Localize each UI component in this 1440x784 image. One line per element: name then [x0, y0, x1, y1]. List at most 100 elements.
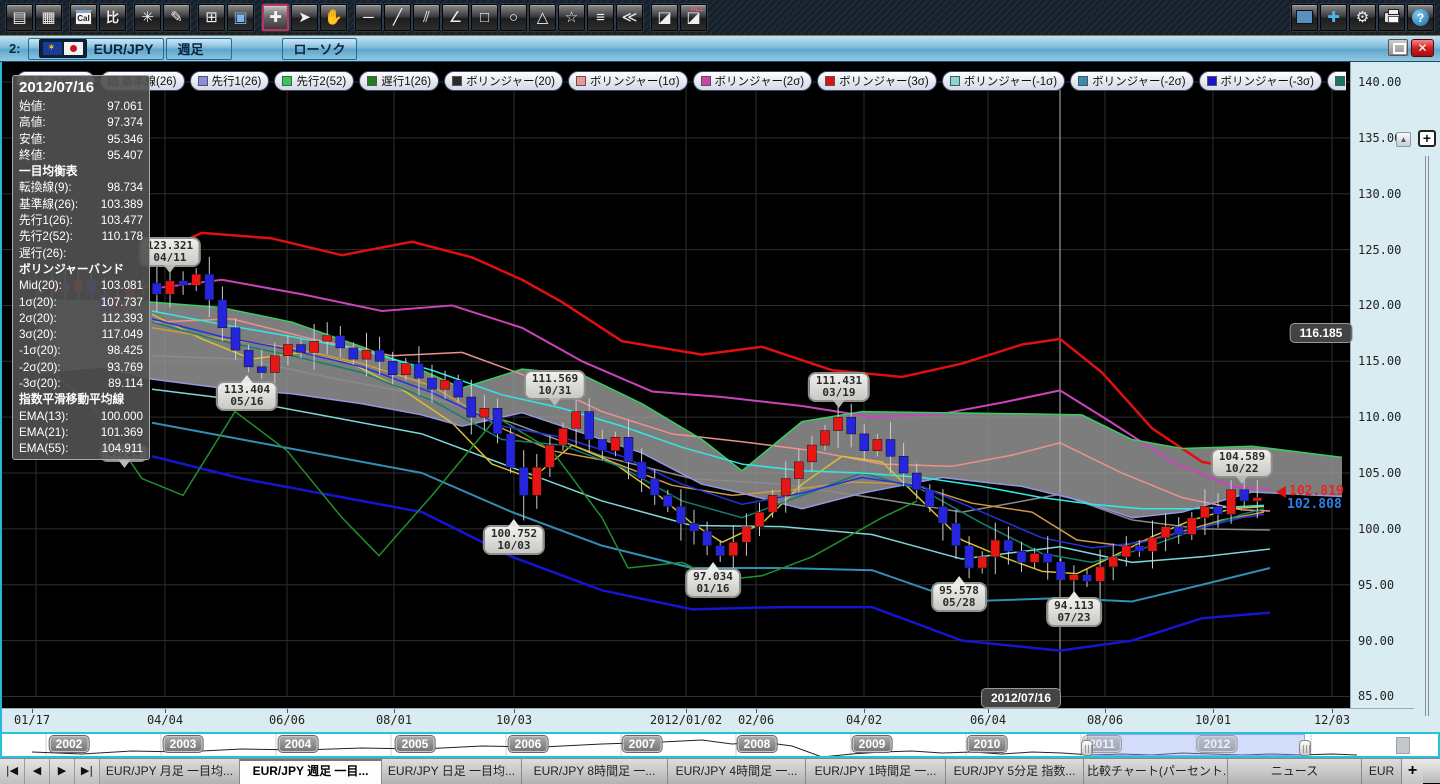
selection-handle-left[interactable] [1081, 740, 1093, 756]
timeframe-selector[interactable]: 週足 [166, 38, 232, 60]
date-tick-label: 01/17 [14, 713, 50, 727]
horizontal-line-icon[interactable]: ─ [355, 4, 382, 31]
scroll-up-button[interactable]: ▲ [1396, 132, 1411, 147]
legend-toggle-11[interactable]: ボリンジャー(-3σ) [1199, 71, 1322, 91]
chart-tab-7[interactable]: 比較チャート(パーセント... [1084, 759, 1228, 784]
selection-handle-right[interactable] [1299, 740, 1311, 756]
tab-scroll-last[interactable]: ▶| [75, 759, 100, 784]
chart-tab-1[interactable]: EUR/JPY 週足 一目... [240, 759, 382, 784]
fan-lines-icon[interactable]: ≪ [616, 4, 643, 31]
crosshair-icon[interactable]: ✚ [262, 4, 289, 31]
price-chart-canvas[interactable] [2, 62, 1350, 708]
legend-label: ボリンジャー(-3σ) [1221, 73, 1314, 89]
chart-tab-6[interactable]: EUR/JPY 5分足 指数... [946, 759, 1084, 784]
calendar-icon[interactable]: Cal [70, 4, 97, 31]
indicator-icon[interactable]: ✳ [134, 4, 161, 31]
tooltip-section-header: 一目均衡表 [19, 164, 143, 180]
candle [1253, 498, 1262, 501]
swing-annotation: 113.40405/16 [216, 381, 278, 411]
chart-type-selector[interactable]: ローソク [282, 38, 356, 60]
legend-toggle-2[interactable]: 先行1(26) [190, 71, 270, 91]
tooltip-value-row: 終値:95.407 [19, 148, 143, 164]
candle [742, 527, 751, 543]
chart-tab-4[interactable]: EUR/JPY 4時間足 一... [668, 759, 806, 784]
year-badge-2010: 2010 [968, 736, 1007, 752]
chart-tab-0[interactable]: EUR/JPY 月足 一目均... [100, 759, 240, 784]
candle [1030, 553, 1039, 562]
year-badge-2009: 2009 [853, 736, 892, 752]
candle [532, 467, 541, 495]
cursor-icon[interactable]: ➤ [291, 4, 318, 31]
candle [807, 445, 816, 462]
tooltip-value-row: 2σ(20):112.393 [19, 311, 143, 327]
price-tick-label: 100.00 [1358, 522, 1401, 536]
rectangle-icon[interactable]: □ [471, 4, 498, 31]
draw-pencil-icon[interactable]: ✎ [163, 4, 190, 31]
legend-toggle-12[interactable]: EMA(13) [1327, 71, 1346, 91]
chart-tab-2[interactable]: EUR/JPY 日足 一目均... [382, 759, 522, 784]
legend-toggle-10[interactable]: ボリンジャー(-2σ) [1070, 71, 1193, 91]
legend-toggle-9[interactable]: ボリンジャー(-1σ) [942, 71, 1065, 91]
price-tick-label: 85.00 [1358, 689, 1394, 703]
compare-icon[interactable]: 比 [99, 4, 126, 31]
tab-scroll-first[interactable]: |◀ [0, 759, 25, 784]
chart-tab-8[interactable]: ニュース [1228, 759, 1362, 784]
add-tab-button[interactable]: + [1402, 759, 1423, 784]
help-icon[interactable]: ? [1407, 4, 1434, 31]
close-window-button[interactable]: ✕ [1411, 39, 1434, 57]
chart-tab-3[interactable]: EUR/JPY 8時間足 一... [522, 759, 668, 784]
trend-line-icon[interactable]: ╱ [384, 4, 411, 31]
vertical-scrollbar-track[interactable] [1425, 156, 1429, 716]
timeline-navigator[interactable]: 2002200320042005200620072008200920102011… [0, 732, 1440, 758]
price-axis[interactable]: 140.00135.00130.00125.00120.00115.00110.… [1350, 62, 1414, 708]
candle [925, 490, 934, 507]
settings-gear-icon[interactable]: ⚙ [1349, 4, 1376, 31]
save-icon[interactable]: ▣ [227, 4, 254, 31]
navigator-end-box[interactable] [1396, 737, 1410, 754]
triangle-icon[interactable]: △ [529, 4, 556, 31]
legend-toggle-7[interactable]: ボリンジャー(2σ) [693, 71, 813, 91]
restore-window-button[interactable] [1388, 39, 1408, 56]
year-badge-2012: 2012 [1198, 736, 1237, 752]
eraser-icon[interactable]: ◪ [651, 4, 678, 31]
print-icon[interactable] [1378, 4, 1405, 31]
chart-tab-9[interactable]: EUR [1362, 759, 1402, 784]
candle [899, 456, 908, 473]
circle-icon[interactable]: ○ [500, 4, 527, 31]
eraser-all-icon[interactable]: ◪ALL [680, 4, 707, 31]
hand-icon[interactable]: ✋ [320, 4, 347, 31]
candle [834, 417, 843, 430]
legend-toggle-5[interactable]: ボリンジャー(20) [444, 71, 563, 91]
tooltip-date: 2012/07/16 [19, 77, 143, 99]
angle-line-icon[interactable]: ∠ [442, 4, 469, 31]
legend-toggle-8[interactable]: ボリンジャー(3σ) [817, 71, 937, 91]
candle [283, 345, 292, 356]
pentagon-icon[interactable]: ☆ [558, 4, 585, 31]
expand-icon[interactable]: ✚ [1320, 4, 1347, 31]
tab-scroll-prev[interactable]: ◀ [25, 759, 50, 784]
fibonacci-lines-icon[interactable]: ≡ [587, 4, 614, 31]
new-chart-icon[interactable]: ▦ [35, 4, 62, 31]
chart-list-icon[interactable]: ▤ [6, 4, 33, 31]
legend-toggle-4[interactable]: 遅行1(26) [359, 71, 439, 91]
tooltip-value-row: Mid(20):103.081 [19, 278, 143, 294]
legend-toggle-3[interactable]: 先行2(52) [274, 71, 354, 91]
legend-color-swatch [701, 76, 711, 86]
parallel-lines-icon[interactable]: ⫽ [413, 4, 440, 31]
legend-color-swatch [1335, 76, 1345, 86]
zoom-in-button[interactable]: + [1418, 130, 1436, 147]
candle [1056, 562, 1065, 580]
year-badge-2006: 2006 [509, 736, 548, 752]
candle [1227, 490, 1236, 515]
tooltip-value-row: 3σ(20):117.049 [19, 327, 143, 343]
candle [755, 512, 764, 527]
candle [1214, 507, 1223, 515]
symbol-selector[interactable]: EUR/JPY [28, 38, 165, 60]
legend-toggle-6[interactable]: ボリンジャー(1σ) [568, 71, 688, 91]
chart-tab-bar: |◀◀▶▶|EUR/JPY 月足 一目均...EUR/JPY 週足 一目...E… [0, 758, 1440, 783]
chart-tab-5[interactable]: EUR/JPY 1時間足 一... [806, 759, 946, 784]
window-settings-icon[interactable]: ⊞ [198, 4, 225, 31]
tab-scroll-next[interactable]: ▶ [50, 759, 75, 784]
time-axis[interactable]: 01/1704/0406/0608/0110/032012/01/0202/06… [2, 708, 1414, 732]
windows-layout-icon[interactable] [1291, 4, 1318, 31]
